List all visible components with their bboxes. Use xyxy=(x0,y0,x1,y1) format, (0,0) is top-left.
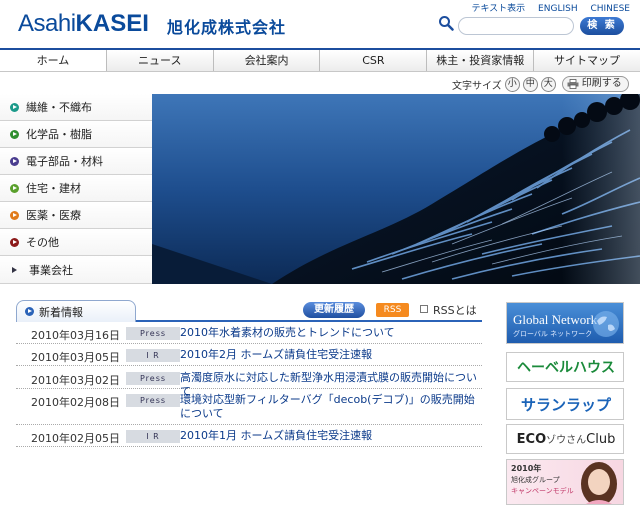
printer-icon xyxy=(567,79,579,89)
campaign-line1: 2010年 xyxy=(511,464,542,473)
arrow-bullet-icon xyxy=(10,102,19,112)
arrow-bullet-icon xyxy=(10,183,19,193)
news-date: 2010年03月05日 xyxy=(31,351,120,364)
sidebar-item-label: その他 xyxy=(26,236,59,249)
global-network-subtitle: グローバル ネットワーク xyxy=(513,330,593,338)
saran-wrap-label: サランラップ xyxy=(520,396,611,414)
font-size-small-button[interactable]: 小 xyxy=(504,76,520,92)
arrow-bullet-icon xyxy=(10,129,19,139)
arrow-bullet-icon xyxy=(10,156,19,166)
nav-tab-csr[interactable]: CSR xyxy=(320,50,428,71)
nav-tab-company[interactable]: 会社案内 xyxy=(214,50,321,71)
news-category-badge: Press xyxy=(126,394,180,407)
english-link[interactable]: ENGLISH xyxy=(538,4,578,14)
font-size-large-button[interactable]: 大 xyxy=(540,76,556,92)
sidebar-item-companies[interactable]: 事業会社 xyxy=(0,256,152,284)
campaign-line2: 旭化成グループ xyxy=(511,476,560,484)
nav-tab-home[interactable]: ホーム xyxy=(0,50,107,71)
sidebar-item-label: 電子部品・材料 xyxy=(26,155,103,168)
hebel-haus-label: ヘーベルハウス xyxy=(517,360,615,376)
news-section: 新着情報 更新履歴 RSS RSSとは 2010年03月16日 Press 20… xyxy=(16,300,482,447)
news-category-badge: Press xyxy=(126,327,180,340)
news-category-badge: Press xyxy=(126,372,180,385)
sidebar-item-label: 医薬・医療 xyxy=(26,209,81,222)
nav-tab-news[interactable]: ニュース xyxy=(107,50,214,71)
print-button[interactable]: 印刷する xyxy=(561,76,629,92)
logo-text-asahi: Asahi xyxy=(18,10,76,37)
news-tab[interactable]: 新着情報 xyxy=(16,300,136,322)
global-network-title: Global Network xyxy=(513,312,598,327)
news-category-badge: I R xyxy=(126,349,180,362)
news-date: 2010年02月05日 xyxy=(31,432,120,445)
news-category-badge: I R xyxy=(126,430,180,443)
chinese-link[interactable]: CHINESE xyxy=(590,4,630,14)
sidebar-item-electronics[interactable]: 電子部品・材料 xyxy=(0,148,152,175)
news-title-link[interactable]: 2010年2月 ホームズ請負住宅受注速報 xyxy=(180,348,480,362)
global-network-banner[interactable]: Global Network グローバル ネットワーク xyxy=(506,302,624,344)
search-icon xyxy=(439,16,454,31)
eco-zousan-club-banner[interactable]: ECOゾウさんClub xyxy=(506,424,624,454)
arrow-bullet-icon xyxy=(10,210,19,220)
hebel-haus-banner[interactable]: ヘーベルハウス xyxy=(506,352,624,382)
news-row: 2010年03月05日 I R 2010年2月 ホームズ請負住宅受注速報 xyxy=(16,344,482,366)
company-name-jp: 旭化成株式会社 xyxy=(167,18,287,37)
news-date: 2010年02月08日 xyxy=(31,396,120,409)
news-title-link[interactable]: 2010年1月 ホームズ請負住宅受注速報 xyxy=(180,429,480,443)
eco-prefix: ECO xyxy=(516,432,547,447)
logo-text-kasei: KASEI xyxy=(75,10,149,37)
news-date: 2010年03月02日 xyxy=(31,374,120,387)
sidebar-item-homes[interactable]: 住宅・建材 xyxy=(0,175,152,202)
arrow-bullet-icon xyxy=(25,307,34,316)
text-view-link[interactable]: テキスト表示 xyxy=(471,4,525,14)
global-nav: ホーム ニュース 会社案内 CSR 株主・投資家情報 サイトマップ xyxy=(0,48,640,72)
sidebar-item-label: 化学品・樹脂 xyxy=(26,128,92,141)
sidebar-item-chemicals[interactable]: 化学品・樹脂 xyxy=(0,121,152,148)
news-title-link[interactable]: 2010年水着素材の販売とトレンドについて xyxy=(180,326,480,340)
news-header: 新着情報 更新履歴 RSS RSSとは xyxy=(16,300,482,322)
news-row: 2010年02月08日 Press 環境対応型新フィルターバグ「decob(デコ… xyxy=(16,389,482,425)
print-label: 印刷する xyxy=(581,78,622,89)
font-size-label: 文字サイズ xyxy=(452,80,502,92)
sidebar-item-label: 住宅・建材 xyxy=(26,182,81,195)
news-row: 2010年02月05日 I R 2010年1月 ホームズ請負住宅受注速報 xyxy=(16,425,482,447)
font-size-bar: 文字サイズ 小 中 大 印刷する xyxy=(452,76,629,92)
eco-mid: ゾウさん xyxy=(546,435,587,446)
campaign-model-banner[interactable]: 2010年 旭化成グループ キャンペーンモデル xyxy=(506,459,624,505)
sidebar-item-fibers[interactable]: 繊維・不織布 xyxy=(0,94,152,121)
news-heading: 新着情報 xyxy=(39,305,83,319)
search-input[interactable] xyxy=(458,17,574,35)
sidebar-item-label: 事業会社 xyxy=(29,263,73,277)
top-links: テキスト表示 ENGLISH CHINESE xyxy=(461,1,630,14)
rss-about-link[interactable]: RSSとは xyxy=(420,302,477,318)
saran-wrap-banner[interactable]: サランラップ xyxy=(506,388,624,420)
rss-button[interactable]: RSS xyxy=(376,303,409,317)
campaign-model-photo xyxy=(581,462,617,504)
sidebar-item-label: 繊維・不織布 xyxy=(26,101,92,114)
nav-tab-sitemap[interactable]: サイトマップ xyxy=(534,50,640,71)
header: AsahiKASEI 旭化成株式会社 テキスト表示 ENGLISH CHINES… xyxy=(0,0,640,48)
sidebar-item-pharma[interactable]: 医薬・医療 xyxy=(0,202,152,229)
eco-suffix: Club xyxy=(586,432,616,447)
update-history-button[interactable]: 更新履歴 xyxy=(303,302,365,318)
campaign-line3: キャンペーンモデル xyxy=(511,487,574,495)
business-sidebar: 繊維・不織布 化学品・樹脂 電子部品・材料 住宅・建材 医薬・医療 その他 事業… xyxy=(0,94,152,284)
font-size-medium-button[interactable]: 中 xyxy=(522,76,538,92)
hero-image-terraced-rice-fields xyxy=(152,94,640,284)
nav-tab-ir[interactable]: 株主・投資家情報 xyxy=(427,50,535,71)
news-row: 2010年03月02日 Press 高濁度原水に対応した新型浄水用浸漬式膜の販売… xyxy=(16,366,482,398)
triangle-bullet-icon xyxy=(12,266,17,273)
news-date: 2010年03月16日 xyxy=(31,329,120,342)
arrow-bullet-icon xyxy=(10,237,19,247)
asahi-kasei-logo[interactable]: AsahiKASEI xyxy=(18,10,149,38)
globe-icon xyxy=(593,311,619,337)
sidebar-item-others[interactable]: その他 xyxy=(0,229,152,256)
news-title-link[interactable]: 環境対応型新フィルターバグ「decob(デコブ)」の販売開始について xyxy=(180,393,480,421)
search-button[interactable]: 検 索 xyxy=(580,17,624,35)
news-row: 2010年03月16日 Press 2010年水着素材の販売とトレンドについて xyxy=(16,322,482,344)
eco-club-logo: ECOゾウさんClub xyxy=(507,431,623,447)
